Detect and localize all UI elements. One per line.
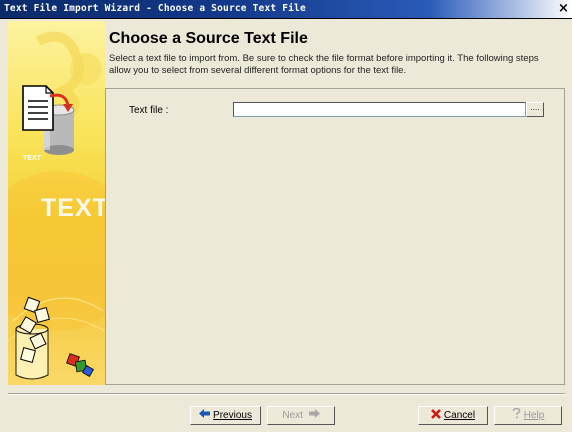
close-icon[interactable]: × bbox=[557, 2, 570, 16]
help-label: Help bbox=[523, 410, 545, 421]
footer-separator bbox=[8, 393, 565, 395]
help-button[interactable]: Help bbox=[494, 406, 562, 425]
next-button[interactable]: Next bbox=[267, 406, 335, 425]
document-database-icon bbox=[22, 85, 75, 155]
cancel-x-icon bbox=[431, 408, 441, 422]
window-title: Text File Import Wizard - Choose a Sourc… bbox=[4, 3, 306, 14]
banner-small-text: TEXT bbox=[23, 155, 41, 162]
cancel-button[interactable]: Cancel bbox=[418, 406, 488, 425]
next-label: Next bbox=[282, 410, 303, 421]
text-file-label: Text file : bbox=[129, 105, 169, 116]
previous-button[interactable]: Previous bbox=[190, 406, 261, 425]
stacked-blocks-icon bbox=[15, 296, 95, 380]
content-panel: Text file : .... bbox=[105, 88, 565, 385]
previous-label: Previous bbox=[213, 410, 252, 421]
help-icon bbox=[512, 408, 521, 422]
browse-button[interactable]: .... bbox=[526, 102, 544, 117]
import-wizard-window: Text File Import Wizard - Choose a Sourc… bbox=[0, 0, 572, 432]
right-arrow-icon bbox=[308, 409, 320, 421]
left-arrow-icon bbox=[199, 409, 211, 421]
cancel-label: Cancel bbox=[443, 410, 476, 421]
page-title: Choose a Source Text File bbox=[109, 30, 308, 47]
wizard-banner: TEXT TEXT bbox=[8, 21, 105, 385]
page-description: Select a text file to import from. Be su… bbox=[109, 53, 539, 76]
title-bar[interactable]: Text File Import Wizard - Choose a Sourc… bbox=[0, 0, 572, 19]
banner-big-text: TEXT bbox=[41, 194, 105, 222]
text-file-input[interactable] bbox=[233, 102, 526, 117]
